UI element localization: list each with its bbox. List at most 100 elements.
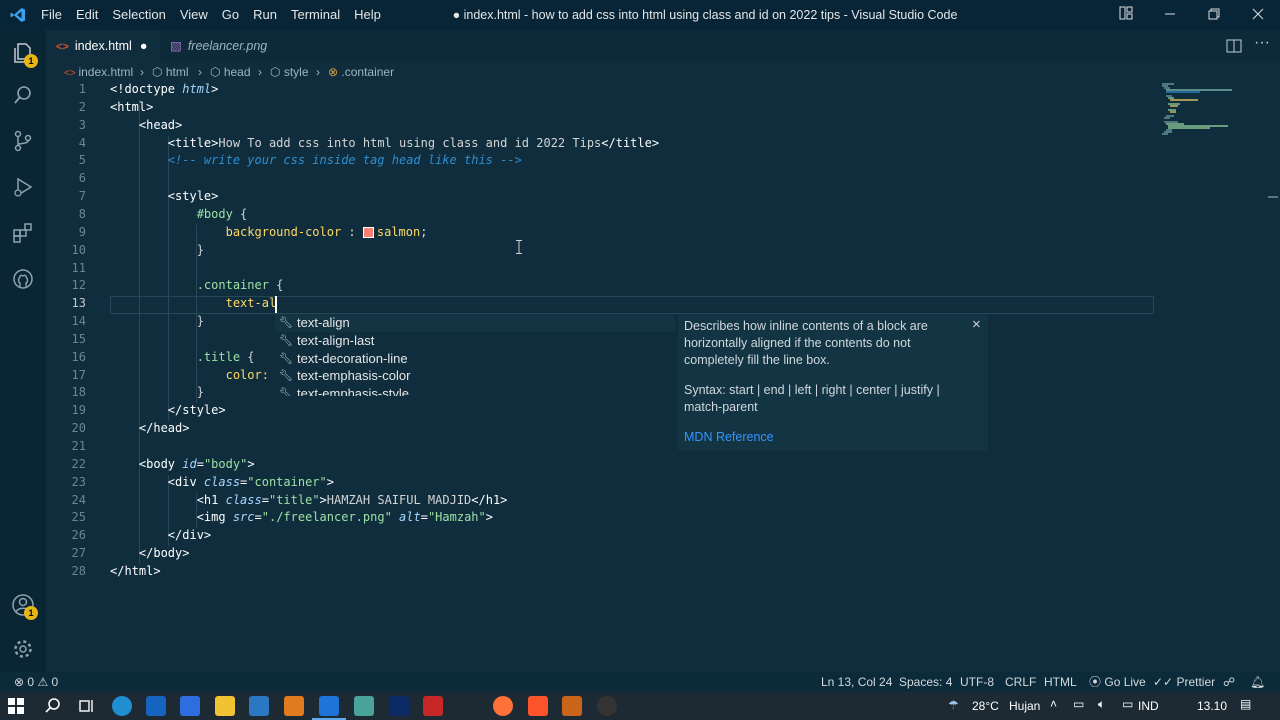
source-control-icon[interactable] — [0, 118, 46, 164]
explorer-icon[interactable]: 1 — [0, 30, 46, 76]
breadcrumb-style[interactable]: ⬡ style — [270, 62, 309, 82]
taskbar-vscode-icon[interactable] — [319, 696, 339, 716]
encoding[interactable]: UTF-8 — [960, 672, 994, 692]
suggestion-item[interactable]: 🔧︎ text-emphasis-style — [275, 385, 675, 396]
run-debug-icon[interactable] — [0, 164, 46, 210]
xampp-icon[interactable] — [562, 696, 582, 716]
code-line[interactable]: } — [110, 243, 204, 257]
mail-icon[interactable] — [146, 696, 166, 716]
code-line[interactable]: </div> — [110, 528, 211, 542]
code-line[interactable]: <img src="./freelancer.png" alt="Hamzah"… — [110, 510, 493, 524]
sublime-icon[interactable] — [284, 696, 304, 716]
indentation[interactable]: Spaces: 4 — [899, 672, 952, 692]
dropbox-icon[interactable] — [180, 696, 200, 716]
weather-label[interactable]: Hujan — [1009, 699, 1040, 713]
prettier-button[interactable]: ✓✓ Prettier — [1153, 672, 1215, 692]
network-icon[interactable]: ▭ — [1073, 697, 1084, 711]
photoshop-icon[interactable] — [389, 696, 409, 716]
file-explorer-icon[interactable] — [215, 696, 235, 716]
app-icon[interactable] — [354, 696, 374, 716]
code-line[interactable]: } — [110, 314, 204, 328]
restore-button[interactable] — [1192, 0, 1236, 30]
breadcrumb-head[interactable]: ⬡ head — [210, 62, 251, 82]
menu-edit[interactable]: Edit — [69, 0, 105, 30]
store-icon[interactable] — [249, 696, 269, 716]
tray-chevron-icon[interactable]: ˄ — [1050, 697, 1057, 711]
code-line[interactable]: </style> — [110, 403, 226, 417]
suggestion-item[interactable]: 🔧︎ text-emphasis-color — [275, 367, 675, 385]
code-line[interactable]: <head> — [110, 118, 182, 132]
tab-freelancer-png[interactable]: ▧ freelancer.png — [160, 30, 280, 62]
input-language[interactable]: IND — [1138, 699, 1159, 713]
close-window-button[interactable] — [1236, 0, 1280, 30]
code-line[interactable]: </body> — [110, 546, 190, 560]
suggestion-item[interactable]: 🔧︎ text-align — [275, 314, 675, 332]
menu-go[interactable]: Go — [215, 0, 246, 30]
obs-icon[interactable] — [597, 696, 617, 716]
clock[interactable]: 13.10 — [1197, 699, 1227, 713]
code-line[interactable]: background-color : salmon; — [110, 225, 428, 239]
github-icon[interactable] — [0, 256, 46, 302]
speaker-icon[interactable]: 🔈︎ — [1098, 697, 1105, 712]
accounts-icon[interactable]: 1 — [0, 582, 46, 628]
tab-index-html[interactable]: <> index.html ● — [46, 30, 160, 62]
go-live-button[interactable]: ⦿ Go Live — [1089, 672, 1146, 692]
code-line[interactable]: </head> — [110, 421, 190, 435]
breadcrumb-html[interactable]: ⬡ html — [152, 62, 188, 82]
brave-icon[interactable] — [528, 696, 548, 716]
menu-selection[interactable]: Selection — [105, 0, 172, 30]
menu-file[interactable]: File — [34, 0, 69, 30]
suggestion-item[interactable]: 🔧︎ text-decoration-line — [275, 350, 675, 368]
search-icon[interactable] — [0, 72, 46, 118]
taskbar-search-icon[interactable] — [44, 697, 62, 718]
breadcrumb-file[interactable]: <> index.html — [64, 62, 133, 84]
breadcrumb-container[interactable]: ⊗ .container — [328, 62, 394, 82]
code-line[interactable]: .container { — [110, 278, 284, 292]
code-line[interactable]: <style> — [110, 189, 219, 203]
line-ending[interactable]: CRLF — [1005, 672, 1036, 692]
split-editor-icon[interactable] — [1226, 38, 1242, 59]
code-line[interactable]: color: — [110, 368, 269, 382]
mdn-reference-link[interactable]: MDN Reference — [684, 429, 964, 446]
code-line[interactable]: <!-- write your css inside tag head like… — [110, 153, 522, 167]
code-line[interactable]: <h1 class="title">HAMZAH SAIFUL MADJID</… — [110, 493, 508, 507]
minimap[interactable] — [1158, 82, 1266, 142]
battery-icon[interactable]: ▭ — [1122, 697, 1133, 711]
suggestion-list[interactable]: 🔧︎ text-align 🔧︎ text-align-last 🔧︎ text-deco… — [275, 314, 675, 396]
code-line[interactable]: .title { — [110, 350, 255, 364]
code-line[interactable]: #body { — [110, 207, 248, 221]
code-line[interactable]: <title>How To add css into html using cl… — [110, 136, 659, 150]
filezilla-icon[interactable] — [423, 696, 443, 716]
action-center-icon[interactable]: ▤ — [1240, 697, 1251, 711]
cursor-position[interactable]: Ln 13, Col 24 — [821, 672, 892, 692]
temperature[interactable]: 28°C — [972, 699, 999, 713]
layout-icon[interactable] — [1104, 0, 1148, 30]
code-line[interactable]: </html> — [110, 564, 161, 578]
minimize-button[interactable] — [1148, 0, 1192, 30]
menu-terminal[interactable]: Terminal — [284, 0, 347, 30]
windows-start-icon[interactable] — [8, 698, 24, 717]
color-swatch-icon[interactable] — [362, 226, 374, 238]
menu-run[interactable]: Run — [246, 0, 284, 30]
feedback-icon[interactable]: ☍ — [1223, 672, 1235, 692]
suggestion-item[interactable]: 🔧︎ text-align-last — [275, 332, 675, 350]
code-line[interactable]: <body id="body"> — [110, 457, 255, 471]
code-line[interactable]: } — [110, 385, 204, 399]
code-line[interactable]: text-al — [110, 296, 277, 310]
modified-dot[interactable]: ● — [140, 39, 148, 53]
problems-indicator[interactable]: ⊗ 0 ⚠ 0 — [14, 672, 58, 692]
menu-help[interactable]: Help — [347, 0, 388, 30]
more-actions-icon[interactable]: ··· — [1254, 34, 1270, 52]
extensions-icon[interactable] — [0, 210, 46, 256]
menu-view[interactable]: View — [173, 0, 215, 30]
edge-browser-icon[interactable] — [112, 696, 132, 716]
notifications-bell-icon[interactable]: 🔔︎ — [1250, 672, 1265, 692]
firefox-icon[interactable] — [493, 696, 513, 716]
scrollbar[interactable] — [1266, 82, 1280, 672]
code-line[interactable]: <!doctype html> — [110, 82, 218, 96]
language-mode[interactable]: HTML — [1044, 672, 1077, 692]
code-line[interactable]: <html> — [110, 100, 153, 114]
task-view-icon[interactable] — [78, 697, 96, 718]
close-icon[interactable]: × — [972, 316, 981, 333]
code-line[interactable]: <div class="container"> — [110, 475, 334, 489]
